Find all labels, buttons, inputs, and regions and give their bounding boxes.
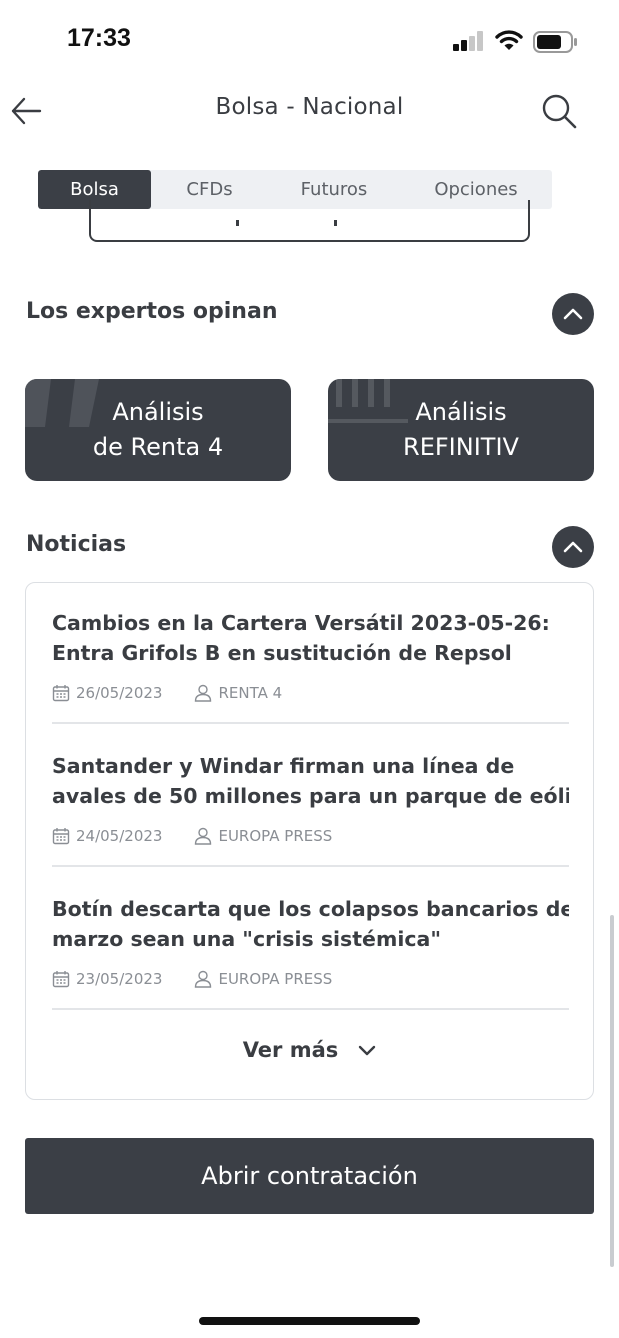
news-date: 23/05/2023: [76, 970, 163, 988]
news-collapse-button[interactable]: [552, 526, 594, 568]
chevron-up-icon: [563, 541, 583, 553]
user-icon: [195, 827, 212, 845]
refinitiv-analysis-card[interactable]: Análisis REFINITIV: [328, 379, 594, 481]
news-title-line-2: Entra Grifols B en sustitución de Repsol: [52, 641, 512, 665]
news-divider: [52, 1008, 569, 1010]
page-title: Bolsa - Nacional: [215, 94, 404, 120]
card-line-1: Análisis: [415, 398, 507, 426]
scrolled-card-bottom: [89, 200, 530, 242]
calendar-icon: [52, 828, 70, 845]
news-item[interactable]: Santander y Windar firman una línea de a…: [52, 751, 569, 845]
news-meta: 24/05/2023 EUROPA PRESS: [52, 827, 569, 845]
signal-icon: [453, 31, 485, 51]
news-title-line-2: avales de 50 millones para un parque de …: [52, 784, 569, 808]
bars-chart-icon: [328, 379, 408, 423]
screen: 17:33 Bolsa - Nacional Bolsa CFDs Futuro…: [0, 0, 619, 1338]
chevron-down-icon: [359, 1045, 376, 1055]
news-source: EUROPA PRESS: [218, 970, 333, 988]
news-title-line-1: Botín descarta que los colapsos bancario…: [52, 897, 569, 921]
status-time: 17:33: [67, 24, 131, 52]
news-date: 26/05/2023: [76, 684, 163, 702]
news-item[interactable]: Cambios en la Cartera Versátil 2023-05-2…: [52, 608, 569, 702]
news-meta: 23/05/2023 EUROPA PRESS: [52, 970, 569, 988]
news-source: RENTA 4: [218, 684, 283, 702]
news-divider: [52, 722, 569, 724]
renta4-analysis-card[interactable]: Análisis de Renta 4: [25, 379, 291, 481]
wifi-icon: [495, 30, 523, 50]
news-title-line-2: marzo sean una "crisis sistémica": [52, 927, 442, 951]
calendar-icon: [52, 971, 70, 988]
open-trading-button[interactable]: Abrir contratación: [25, 1138, 594, 1214]
news-divider: [52, 865, 569, 867]
home-indicator[interactable]: [199, 1317, 420, 1325]
user-icon: [195, 970, 212, 988]
news-source: EUROPA PRESS: [218, 827, 333, 845]
news-list: Cambios en la Cartera Versátil 2023-05-2…: [25, 582, 594, 1100]
search-icon[interactable]: [540, 92, 578, 130]
experts-collapse-button[interactable]: [552, 293, 594, 335]
see-more-button[interactable]: Ver más: [26, 1038, 593, 1062]
news-title-line-1: Santander y Windar firman una línea de: [52, 754, 515, 778]
card-line-2: REFINITIV: [403, 433, 519, 461]
news-title-line-1: Cambios en la Cartera Versátil 2023-05-2…: [52, 611, 550, 635]
see-more-label: Ver más: [242, 1038, 339, 1062]
news-item[interactable]: Botín descarta que los colapsos bancario…: [52, 894, 569, 988]
experts-section-title: Los expertos opinan: [26, 299, 278, 324]
battery-icon: [533, 31, 577, 53]
news-meta: 26/05/2023 RENTA 4: [52, 684, 569, 702]
card-line-2: de Renta 4: [92, 433, 224, 461]
scrollbar[interactable]: [610, 915, 614, 1267]
user-icon: [195, 684, 212, 702]
card-line-1: Análisis: [112, 398, 204, 426]
news-section-title: Noticias: [26, 532, 127, 557]
chevron-up-icon: [563, 308, 583, 320]
news-date: 24/05/2023: [76, 827, 163, 845]
calendar-icon: [52, 685, 70, 702]
